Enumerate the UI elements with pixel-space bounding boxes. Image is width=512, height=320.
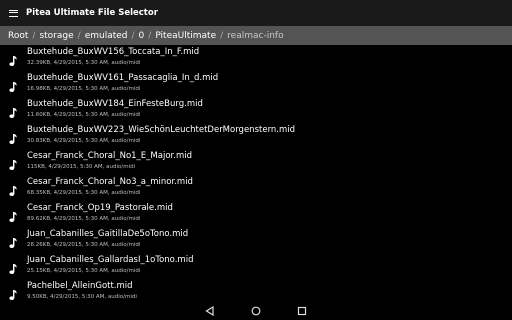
- file-name: Cesar_Franck_Op19_Pastorale.mid: [27, 203, 173, 213]
- breadcrumb-separator: /: [148, 30, 152, 41]
- file-details: 9.50KB, 4/29/2015, 5:30 AM, audio/midi: [27, 294, 137, 300]
- file-details: 16.98KB, 4/29/2015, 5:30 AM, audio/midi: [27, 86, 141, 92]
- breadcrumb-item-storage[interactable]: storage: [39, 31, 73, 41]
- music-note-icon: [8, 78, 18, 92]
- file-row[interactable]: Juan_Cabanilles_GallardasI_1oTono.mid 25.…: [0, 253, 512, 279]
- breadcrumb: Root / storage / emulated / 0 / PiteaUlt…: [0, 26, 512, 45]
- file-name: Buxtehude_BuxWV161_Passacaglia_In_d.mid: [27, 73, 219, 83]
- breadcrumb-separator: /: [77, 30, 81, 41]
- file-name: Cesar_Franck_Choral_No3_a_minor.mid: [27, 177, 193, 187]
- app-title: Pitea Ultimate File Selector: [26, 8, 158, 18]
- breadcrumb-item-piteaultimate[interactable]: PiteaUltimate: [155, 31, 216, 41]
- menu-icon[interactable]: [0, 0, 26, 26]
- music-note-icon: [8, 208, 18, 222]
- file-details: 89.62KB, 4/29/2015, 5:30 AM, audio/midi: [27, 216, 141, 222]
- breadcrumb-separator: /: [32, 30, 36, 41]
- breadcrumb-item-root[interactable]: Root: [8, 31, 28, 41]
- recents-icon[interactable]: [296, 305, 308, 317]
- file-name: Pachelbel_AlleinGott.mid: [27, 281, 133, 291]
- breadcrumb-item-emulated[interactable]: emulated: [85, 31, 128, 41]
- file-name: Buxtehude_BuxWV156_Toccata_In_F.mid: [27, 47, 200, 57]
- file-row[interactable]: Buxtehude_BuxWV161_Passacaglia_In_d.mid 1…: [0, 71, 512, 97]
- music-note-icon: [8, 156, 18, 170]
- file-row[interactable]: Cesar_Franck_Choral_No3_a_minor.mid 68.35…: [0, 175, 512, 201]
- back-icon[interactable]: [204, 305, 216, 317]
- music-note-icon: [8, 182, 18, 196]
- app-bar: Pitea Ultimate File Selector: [0, 0, 512, 26]
- file-name: Cesar_Franck_Choral_No1_E_Major.mid: [27, 151, 192, 161]
- music-note-icon: [8, 286, 18, 300]
- file-details: 28.26KB, 4/29/2015, 5:30 AM, audio/midi: [27, 242, 141, 248]
- file-row[interactable]: Cesar_Franck_Choral_No1_E_Major.mid 115KB…: [0, 149, 512, 175]
- music-note-icon: [8, 130, 18, 144]
- file-row[interactable]: Cesar_Franck_Op19_Pastorale.mid 89.62KB, …: [0, 201, 512, 227]
- file-row[interactable]: Buxtehude_BuxWV184_EinFesteBurg.mid 11.60…: [0, 97, 512, 123]
- music-note-icon: [8, 104, 18, 118]
- file-name: Juan_Cabanilles_GallardasI_1oTono.mid: [27, 255, 194, 265]
- file-name: Buxtehude_BuxWV184_EinFesteBurg.mid: [27, 99, 203, 109]
- file-row[interactable]: Juan_Cabanilles_GaitillaDe5oTono.mid 28.2…: [0, 227, 512, 253]
- breadcrumb-separator: /: [131, 30, 135, 41]
- file-details: 68.35KB, 4/29/2015, 5:30 AM, audio/midi: [27, 190, 141, 196]
- breadcrumb-item-current[interactable]: realmac-info: [227, 31, 283, 41]
- file-details: 32.39KB, 4/29/2015, 5:30 AM, audio/midi: [27, 60, 141, 66]
- file-details: 11.60KB, 4/29/2015, 5:30 AM, audio/midi: [27, 112, 141, 118]
- file-list: Buxtehude_BuxWV156_Toccata_In_F.mid 32.39…: [0, 45, 512, 305]
- file-details: 115KB, 4/29/2015, 5:30 AM, audio/midi: [27, 164, 136, 170]
- breadcrumb-separator: /: [220, 30, 224, 41]
- breadcrumb-item-0[interactable]: 0: [139, 31, 145, 41]
- file-name: Buxtehude_BuxWV223_WieSchönLeuchtetDerMo…: [27, 125, 296, 135]
- navigation-bar: [0, 301, 512, 320]
- music-note-icon: [8, 234, 18, 248]
- music-note-icon: [8, 260, 18, 274]
- file-row[interactable]: Buxtehude_BuxWV223_WieSchönLeuchtetDerMo…: [0, 123, 512, 149]
- file-details: 30.83KB, 4/29/2015, 5:30 AM, audio/midi: [27, 138, 141, 144]
- music-note-icon: [8, 52, 18, 66]
- home-icon[interactable]: [250, 305, 262, 317]
- file-details: 25.15KB, 4/29/2015, 5:30 AM, audio/midi: [27, 268, 141, 274]
- file-name: Juan_Cabanilles_GaitillaDe5oTono.mid: [27, 229, 189, 239]
- file-row[interactable]: Buxtehude_BuxWV156_Toccata_In_F.mid 32.39…: [0, 45, 512, 71]
